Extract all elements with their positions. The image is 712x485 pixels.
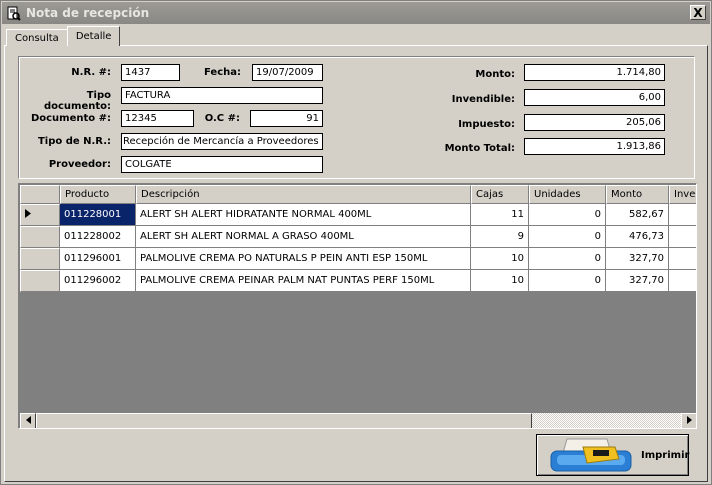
cell-monto[interactable]: 476,73 [606,226,669,248]
scroll-right-arrow-icon [686,416,692,426]
close-icon: X [693,5,703,20]
cell-cajas[interactable]: 11 [471,204,529,226]
cell-producto[interactable]: 011296002 [60,270,136,292]
cell-descripcion[interactable]: ALERT SH ALERT HIDRATANTE NORMAL 400ML [136,204,471,226]
scroll-thumb[interactable] [36,413,532,428]
tipo-documento-field[interactable]: FACTURA [121,87,323,104]
monto-total-label: Monto Total: [444,143,515,154]
monto-label: Monto: [475,69,515,80]
column-header-cajas[interactable]: Cajas [471,185,529,204]
impuesto-field[interactable]: 205,06 [524,114,665,131]
title-bar[interactable]: Nota de recepción X [2,2,710,24]
cell-descripcion[interactable]: ALERT SH ALERT NORMAL A GRASO 400ML [136,226,471,248]
cell-unidades[interactable]: 0 [529,226,606,248]
scroll-left-button[interactable] [20,413,36,428]
tipo-documento-label: Tipo documento: [43,90,111,112]
cell-monto[interactable]: 327,70 [606,270,669,292]
app-window: Nota de recepción X Consulta Detalle N.R… [0,0,712,485]
scroll-right-button[interactable] [681,413,696,428]
monto-total-field[interactable]: 1.913,86 [524,138,665,155]
cell-cajas[interactable]: 10 [471,248,529,270]
horizontal-scrollbar[interactable] [20,413,696,428]
nr-label: N.R. #: [71,67,111,78]
oc-label: O.C #: [204,113,240,124]
scroll-track[interactable] [36,413,681,428]
cell-invendible[interactable] [669,226,696,248]
notepad-magnifier-icon [6,5,22,21]
row-selector[interactable] [20,204,60,226]
cell-descripcion[interactable]: PALMOLIVE CREMA PO NATURALS P PEIN ANTI … [136,248,471,270]
fecha-field[interactable]: 19/07/2009 [252,64,323,81]
printer-icon [549,437,633,473]
table-row[interactable]: 011228002 ALERT SH ALERT NORMAL A GRASO … [20,226,696,248]
impuesto-label: Impuesto: [458,119,515,130]
column-header-descripcion[interactable]: Descripción [136,185,471,204]
grid-header: Producto Descripción Cajas Unidades Mont… [20,185,696,204]
print-label: Imprimir [641,449,690,461]
cell-invendible[interactable] [669,248,696,270]
cell-cajas[interactable]: 9 [471,226,529,248]
cell-unidades[interactable]: 0 [529,204,606,226]
table-row[interactable]: 011296002 PALMOLIVE CREMA PEINAR PALM NA… [20,270,696,292]
grid-viewport: Producto Descripción Cajas Unidades Mont… [20,185,696,414]
column-header-producto[interactable]: Producto [60,185,136,204]
documento-field[interactable]: 12345 [121,110,194,127]
cell-cajas[interactable]: 10 [471,270,529,292]
documento-label: Documento #: [30,113,111,124]
invendible-field[interactable]: 6,00 [524,89,665,106]
tab-consulta[interactable]: Consulta [6,29,68,46]
proveedor-label: Proveedor: [48,159,111,170]
tab-detalle[interactable]: Detalle [66,26,121,46]
header-row-selector[interactable] [20,185,60,204]
column-header-unidades[interactable]: Unidades [529,185,606,204]
fecha-label: Fecha: [203,67,241,78]
scroll-left-arrow-icon [25,416,31,426]
cell-producto[interactable]: 011228001 [60,204,136,226]
row-selector[interactable] [20,248,60,270]
cell-unidades[interactable]: 0 [529,270,606,292]
print-button[interactable]: Imprimir [536,434,689,476]
cell-invendible[interactable] [669,204,696,226]
cell-monto[interactable]: 327,70 [606,248,669,270]
cell-producto[interactable]: 011296001 [60,248,136,270]
tab-strip: Consulta Detalle [6,26,121,46]
tipo-nr-label: Tipo de N.R.: [37,136,111,147]
cell-producto[interactable]: 011228002 [60,226,136,248]
cell-descripcion[interactable]: PALMOLIVE CREMA PEINAR PALM NAT PUNTAS P… [136,270,471,292]
invendible-label: Invendible: [451,94,515,105]
oc-field[interactable]: 91 [250,110,323,127]
cell-monto[interactable]: 582,67 [606,204,669,226]
table-row[interactable]: 011228001 ALERT SH ALERT HIDRATANTE NORM… [20,204,696,226]
window-title: Nota de recepción [26,6,150,20]
monto-field[interactable]: 1.714,80 [524,64,665,81]
tipo-nr-field[interactable]: Recepción de Mercancía a Proveedores [121,133,323,150]
row-selector[interactable] [20,226,60,248]
close-button[interactable]: X [690,5,706,20]
nr-field[interactable]: 1437 [121,64,180,81]
column-header-invendible[interactable]: Inven [669,185,696,204]
detail-grid[interactable]: Producto Descripción Cajas Unidades Mont… [18,183,697,429]
row-selector[interactable] [20,270,60,292]
column-header-monto[interactable]: Monto [606,185,669,204]
row-pointer-icon [25,209,31,221]
cell-unidades[interactable]: 0 [529,248,606,270]
table-row[interactable]: 011296001 PALMOLIVE CREMA PO NATURALS P … [20,248,696,270]
cell-invendible[interactable] [669,270,696,292]
proveedor-field[interactable]: COLGATE [121,156,323,173]
